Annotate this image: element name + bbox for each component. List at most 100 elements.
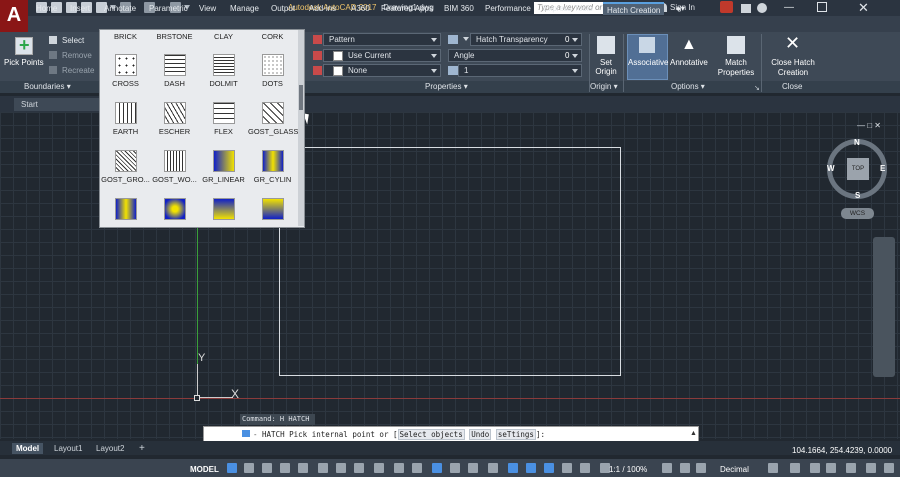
viewcube-south[interactable]: S [855,191,860,200]
tab-featured-apps[interactable]: Featured Apps [381,2,433,15]
tab-layout2[interactable]: Layout2 [92,443,128,454]
select-button[interactable]: Select [62,36,84,45]
status-toggle-icon[interactable] [432,463,442,473]
tab-performance[interactable]: Performance [485,2,531,15]
angle-field[interactable]: Angle [448,49,582,62]
exchange-apps-icon[interactable] [720,1,733,13]
pattern-gr-cylin[interactable]: GR_CYLIN [248,150,297,184]
autodesk-app-store-icon[interactable] [741,4,751,13]
pick-points-button[interactable]: Pick Points [4,58,44,67]
units-menu[interactable]: Decimal [720,465,749,474]
option-select-objects[interactable]: Select objects [397,429,465,440]
options-dialog-launcher-icon[interactable]: ↘ [754,84,760,92]
navigation-bar[interactable] [873,237,895,377]
pattern-gradient-18[interactable] [199,198,248,223]
pattern-dolmit[interactable]: DOLMIT [199,54,248,88]
status-toggle-icon[interactable] [662,463,672,473]
status-toggle-icon[interactable] [810,463,820,473]
status-toggle-icon[interactable] [450,463,460,473]
angle-value[interactable]: 0 [565,51,569,60]
pattern-brstone[interactable]: BRSTONE [150,32,199,41]
tab-bim-360[interactable]: BIM 360 [444,2,474,15]
status-toggle-icon[interactable] [336,463,346,473]
tab-annotate[interactable]: Annotate [104,2,136,15]
viewcube-north[interactable]: N [854,138,860,147]
status-toggle-icon[interactable] [680,463,690,473]
pattern-gr-linear[interactable]: GR_LINEAR [199,150,248,184]
annotation-scale[interactable]: 1:1 / 100% [609,465,647,474]
pattern-gradient-17[interactable] [150,198,199,223]
tab-add-ins[interactable]: Add-ins [309,2,336,15]
set-origin-icon[interactable] [597,36,615,54]
pattern-gost-wo-[interactable]: GOST_WO... [150,150,199,184]
pattern-dots[interactable]: DOTS [248,54,297,88]
status-toggle-icon[interactable] [412,463,422,473]
hatch-scale-field[interactable]: 1 [458,64,582,77]
status-toggle-icon[interactable] [696,463,706,473]
match-properties-icon[interactable] [727,36,745,54]
pattern-gost-glass[interactable]: GOST_GLASS [248,102,298,136]
close-hatch-creation-button[interactable]: Close Hatch Creation [762,58,824,78]
viewcube-top-face[interactable]: TOP [847,158,869,180]
status-toggle-icon[interactable] [262,463,272,473]
status-toggle-icon[interactable] [884,463,894,473]
option-undo[interactable]: Undo [469,429,492,440]
application-menu-button[interactable]: A [0,0,28,32]
tab-manage[interactable]: Manage [230,2,259,15]
origin-panel-label[interactable]: Origin ▾ [590,82,618,91]
tab-output[interactable]: Output [271,2,295,15]
viewcube-east[interactable]: E [880,164,885,173]
viewcube-west[interactable]: W [827,164,835,173]
pattern-dash[interactable]: DASH [150,54,199,88]
annotative-icon[interactable]: ▲ [681,36,697,54]
pattern-gost-gro-[interactable]: GOST_GRO... [101,150,150,184]
status-toggle-icon[interactable] [580,463,590,473]
tab-insert[interactable]: Insert [70,2,90,15]
status-toggle-icon[interactable] [526,463,536,473]
status-toggle-icon[interactable] [298,463,308,473]
properties-panel-label[interactable]: Properties ▾ [425,82,468,91]
status-toggle-icon[interactable] [562,463,572,473]
status-toggle-icon[interactable] [374,463,384,473]
tab-view[interactable]: View [199,2,216,15]
close-hatch-icon[interactable]: ✕ [785,33,800,54]
tab-express-tools[interactable]: Express Tools [543,2,593,15]
status-toggle-icon[interactable] [227,463,237,473]
options-panel-label[interactable]: Options ▾ [671,82,705,91]
gallery-scrollbar[interactable] [298,30,304,226]
status-toggle-icon[interactable] [354,463,364,473]
tab-model[interactable]: Model [12,443,44,454]
ribbon-more-tabs-icon[interactable]: ●▾ [676,2,685,15]
status-toggle-icon[interactable] [488,463,498,473]
command-scroll-up-icon[interactable]: ▲ [690,430,697,437]
status-toggle-icon[interactable] [790,463,800,473]
transparency-value[interactable]: 0 [565,35,569,44]
status-toggle-icon[interactable] [318,463,328,473]
status-toggle-icon[interactable] [768,463,778,473]
pattern-gradient-19[interactable] [248,198,297,223]
status-toggle-icon[interactable] [846,463,856,473]
start-tab[interactable]: Start [14,98,104,111]
pattern-cork[interactable]: CORK [248,32,297,41]
tab-a360[interactable]: A360 [351,2,370,15]
tab-layout1[interactable]: Layout1 [50,443,86,454]
status-toggle-icon[interactable] [244,463,254,473]
model-space-toggle[interactable]: MODEL [190,465,219,474]
pattern-gradient-16[interactable] [101,198,150,223]
pattern-cross[interactable]: CROSS [101,54,150,88]
rectangle-boundary[interactable] [279,147,621,376]
pattern-earth[interactable]: EARTH [101,102,150,136]
status-toggle-icon[interactable] [866,463,876,473]
option-settings[interactable]: seTtings [495,429,536,440]
gallery-scroll-thumb[interactable] [299,85,303,110]
hatch-type-dropdown[interactable]: Pattern [323,33,441,46]
match-properties-button[interactable]: Match Properties [716,58,756,78]
status-toggle-icon[interactable] [280,463,290,473]
set-origin-button[interactable]: Set Origin [592,58,620,76]
close-window-button[interactable]: ✕ [858,0,869,16]
annotative-button[interactable]: Annotative [670,58,708,67]
status-toggle-icon[interactable] [468,463,478,473]
status-toggle-icon[interactable] [544,463,554,473]
pattern-escher[interactable]: ESCHER [150,102,199,136]
pattern-clay[interactable]: CLAY [199,32,248,41]
